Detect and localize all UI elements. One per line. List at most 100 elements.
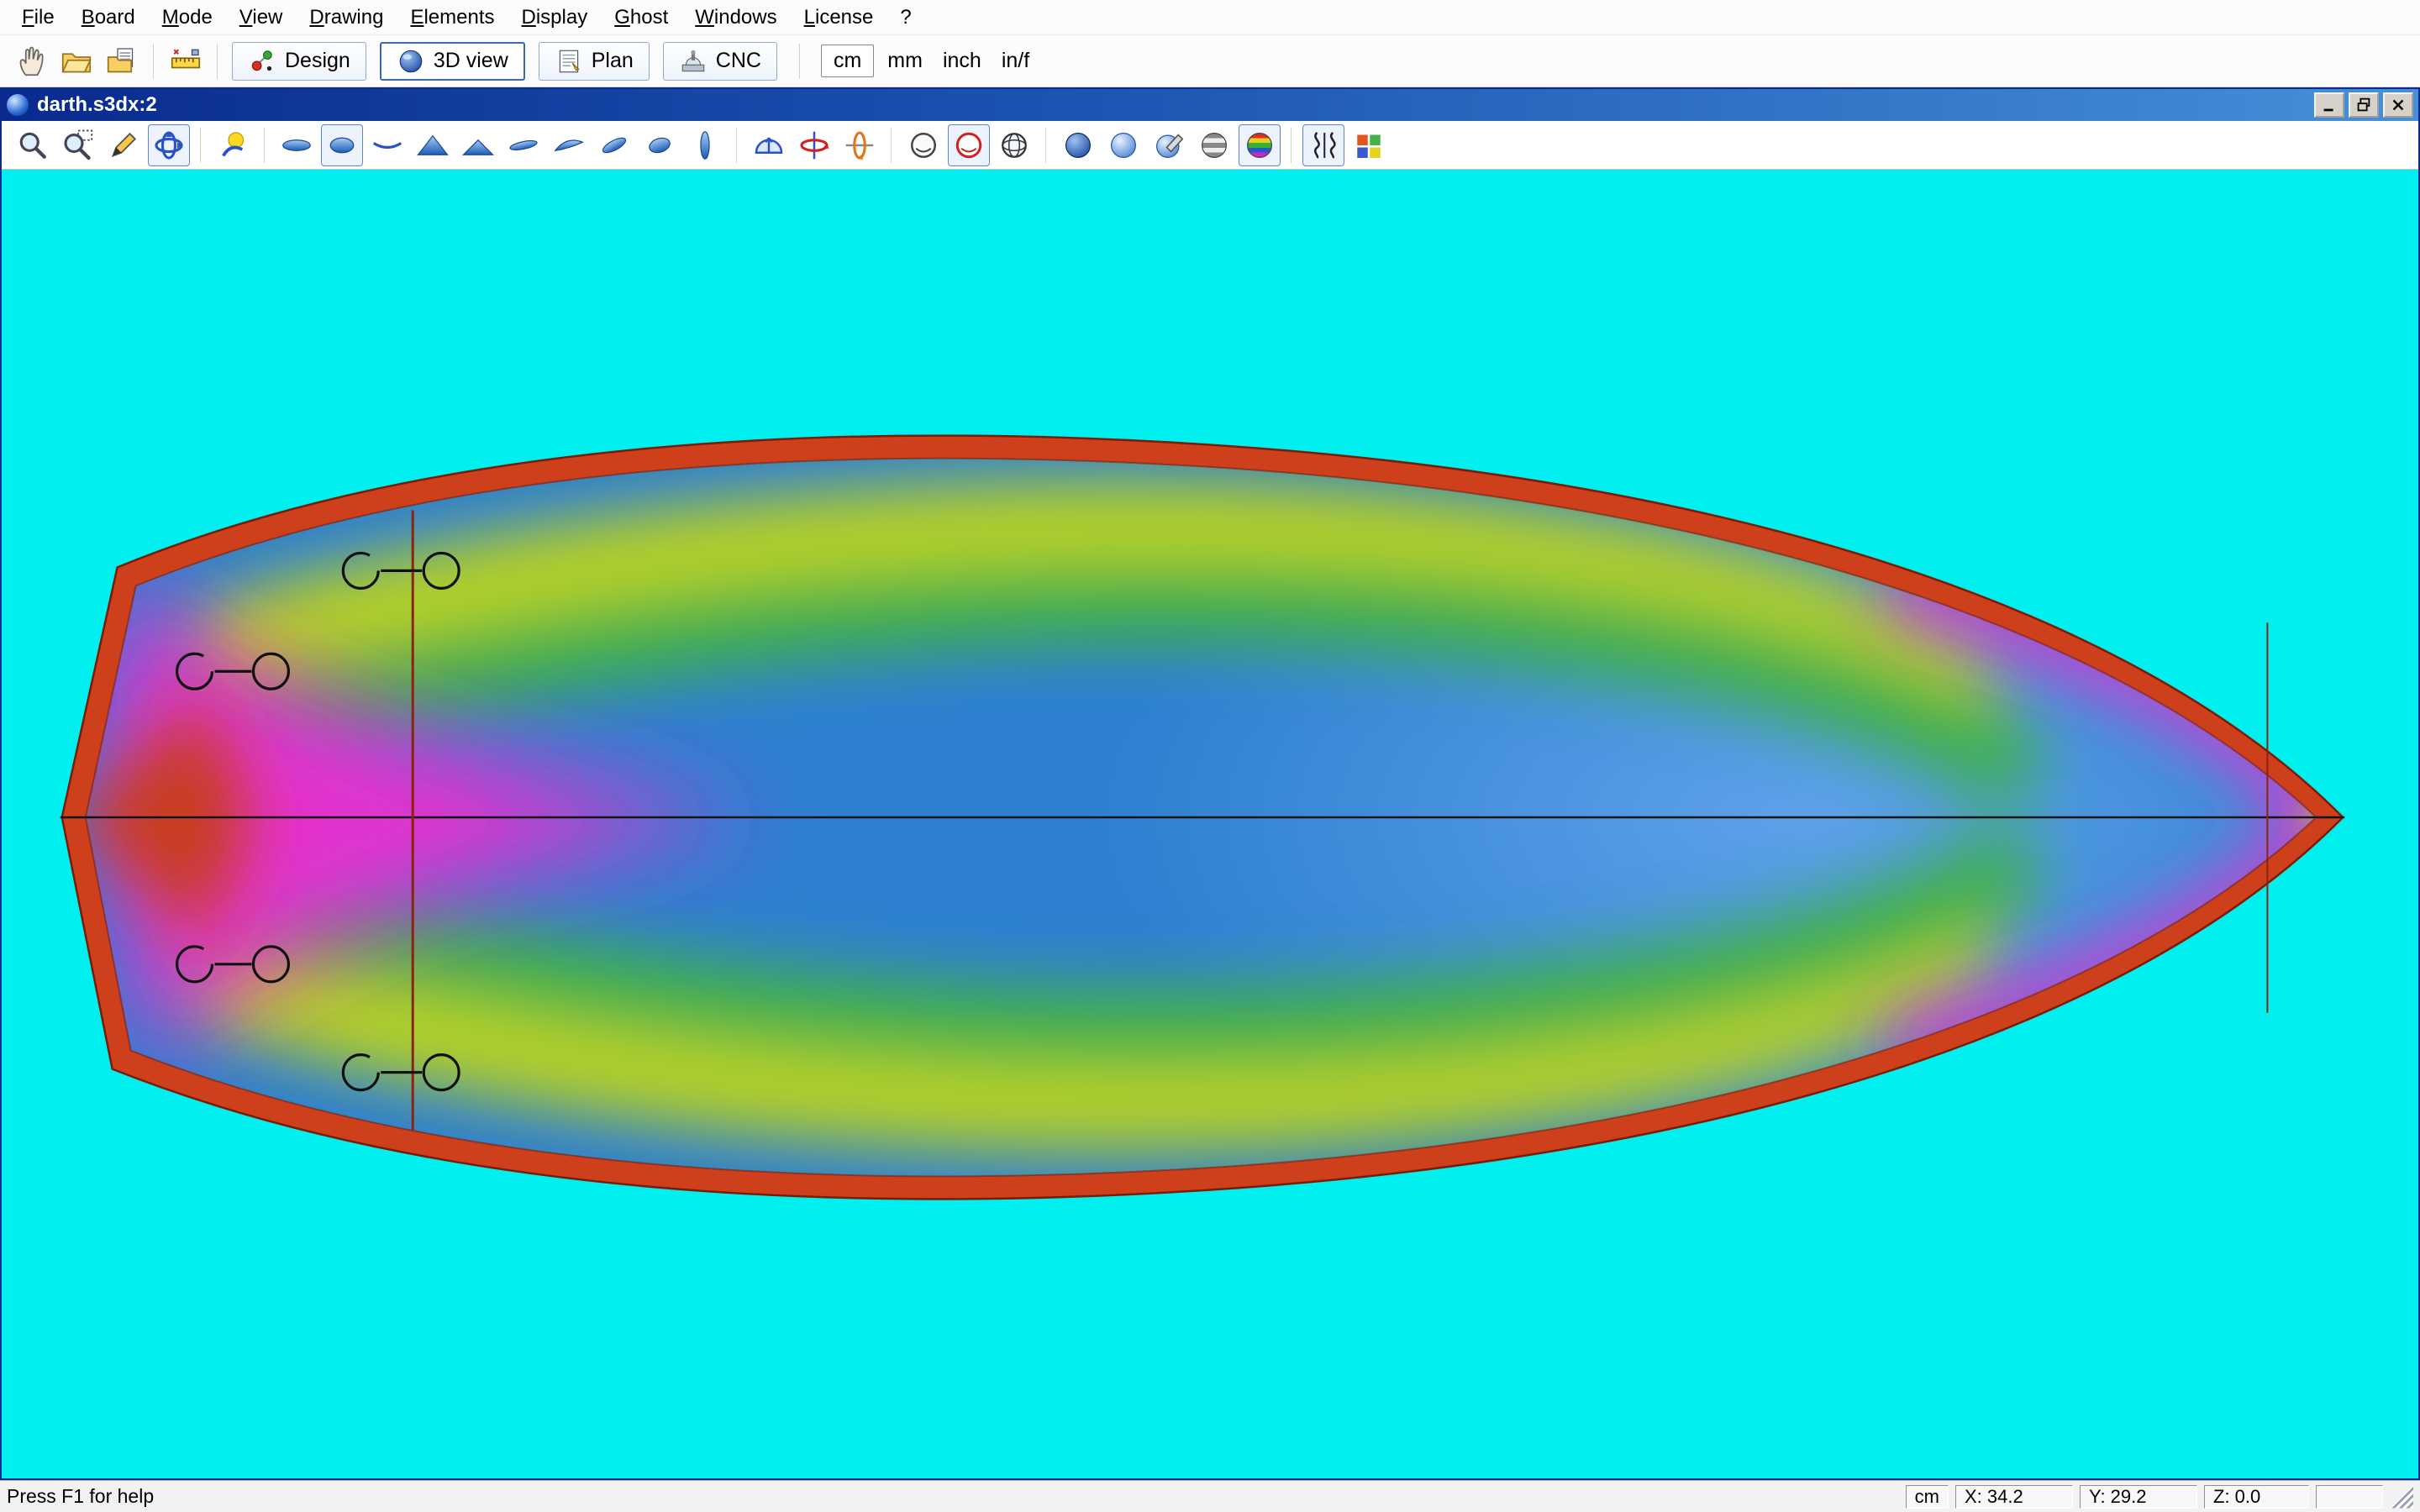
- unit-inf[interactable]: in/f: [1002, 49, 1029, 73]
- menubar: File Board Mode View Drawing Elements Di…: [0, 0, 2420, 35]
- bottom-view-button[interactable]: [412, 124, 454, 166]
- restore-icon: [2354, 96, 2373, 114]
- wireframe-sphere-icon: [997, 129, 1031, 162]
- toolbar-separator: [200, 128, 202, 163]
- color-palette-icon: [1352, 129, 1386, 162]
- menu-display[interactable]: Display: [508, 3, 602, 33]
- sphere-selected-button[interactable]: [948, 124, 990, 166]
- child-window-titlebar[interactable]: darth.s3dx:2: [2, 89, 2418, 121]
- zoom-button[interactable]: [12, 124, 54, 166]
- rocker-curve-button[interactable]: [366, 124, 408, 166]
- menu-file[interactable]: File: [8, 3, 68, 33]
- menu-drawing[interactable]: Drawing: [296, 3, 397, 33]
- render-shaded-button[interactable]: [1057, 124, 1099, 166]
- toolbar-separator: [799, 44, 801, 79]
- toolbar-separator: [1045, 128, 1047, 163]
- toolbar-separator: [736, 128, 738, 163]
- menu-help[interactable]: ?: [886, 3, 924, 33]
- menu-elements[interactable]: Elements: [397, 3, 508, 33]
- slice-vertical-button[interactable]: [684, 124, 726, 166]
- slice-curved-button[interactable]: [548, 124, 590, 166]
- close-button[interactable]: [2383, 92, 2413, 118]
- resize-grip[interactable]: [2390, 1485, 2413, 1509]
- slice-tilted-icon: [597, 129, 631, 162]
- 3d-view-icon: [397, 47, 425, 76]
- child-window-title: darth.s3dx:2: [37, 93, 157, 117]
- status-x-coordinate: X: 34.2: [1955, 1485, 2073, 1509]
- select-hand-icon: [14, 45, 48, 78]
- render-curvature-button[interactable]: [1239, 124, 1281, 166]
- minimize-icon: [2320, 96, 2338, 114]
- minimize-button[interactable]: [2314, 92, 2344, 118]
- slice-vertical-icon: [688, 129, 722, 162]
- menu-ghost[interactable]: Ghost: [601, 3, 681, 33]
- board-canvas[interactable]: [2, 170, 2418, 1478]
- unit-cm[interactable]: cm: [821, 45, 874, 77]
- board-child-window: darth.s3dx:2: [0, 87, 2420, 1480]
- status-extra-field: [2316, 1485, 2383, 1509]
- wireframe-dome-icon: [752, 129, 786, 162]
- edit-pen-button[interactable]: [103, 124, 145, 166]
- close-icon: [2389, 96, 2407, 114]
- select-hand-button[interactable]: [10, 40, 52, 82]
- rotate-horizontal-button[interactable]: [793, 124, 835, 166]
- cnc-icon: [679, 47, 708, 76]
- sphere-outline-button[interactable]: [902, 124, 944, 166]
- curvature-profile-button[interactable]: [1302, 124, 1344, 166]
- outline-ellipse-button[interactable]: [321, 124, 363, 166]
- cnc-button[interactable]: CNC: [663, 42, 777, 81]
- edit-pen-icon: [107, 129, 140, 162]
- curvature-profile-icon: [1307, 129, 1340, 162]
- menu-view[interactable]: View: [226, 3, 297, 33]
- board-file-icon: [105, 45, 139, 78]
- menu-board[interactable]: Board: [68, 3, 149, 33]
- render-annotate-icon: [1152, 129, 1186, 162]
- status-y-coordinate: Y: 29.2: [2080, 1485, 2197, 1509]
- bottom-view-icon: [416, 129, 450, 162]
- open-board-button[interactable]: [55, 40, 97, 82]
- menu-license[interactable]: License: [791, 3, 887, 33]
- color-palette-button[interactable]: [1348, 124, 1390, 166]
- light-source-button[interactable]: [212, 124, 254, 166]
- wireframe-dome-button[interactable]: [748, 124, 790, 166]
- slice-curved-icon: [552, 129, 586, 162]
- rotate-3d-button[interactable]: [148, 124, 190, 166]
- measure-tool-button[interactable]: [165, 40, 207, 82]
- render-stripes-button[interactable]: [1193, 124, 1235, 166]
- toolbar-separator: [264, 128, 266, 163]
- slice-tilted-button[interactable]: [593, 124, 635, 166]
- window-controls: [2314, 92, 2413, 118]
- zoom-window-button[interactable]: [57, 124, 99, 166]
- slice-round-button[interactable]: [639, 124, 681, 166]
- zoom-window-icon: [61, 129, 95, 162]
- plan-button[interactable]: Plan: [539, 42, 650, 81]
- mode-button-group: Design 3D view Plan CNC: [232, 42, 791, 81]
- status-coordinates: cm X: 34.2 Y: 29.2 Z: 0.0: [1899, 1485, 2413, 1509]
- main-toolbar: Design 3D view Plan CNC cm mm inch in/f: [0, 35, 2420, 87]
- render-bright-icon: [1107, 129, 1140, 162]
- menu-mode[interactable]: Mode: [149, 3, 226, 33]
- toolbar-separator: [153, 44, 155, 79]
- render-bright-button[interactable]: [1102, 124, 1144, 166]
- board-3d-view[interactable]: [2, 170, 2418, 1478]
- outline-lens-button[interactable]: [276, 124, 318, 166]
- cnc-button-label: CNC: [716, 49, 761, 73]
- outline-ellipse-icon: [325, 129, 359, 162]
- design-button[interactable]: Design: [232, 42, 366, 81]
- status-unit: cm: [1906, 1485, 1949, 1509]
- rotate-vertical-button[interactable]: [839, 124, 881, 166]
- render-shaded-icon: [1061, 129, 1095, 162]
- unit-mm[interactable]: mm: [887, 49, 923, 73]
- wireframe-sphere-button[interactable]: [993, 124, 1035, 166]
- render-annotate-button[interactable]: [1148, 124, 1190, 166]
- board-file-button[interactable]: [101, 40, 143, 82]
- board-window-icon: [7, 94, 29, 116]
- menu-windows[interactable]: Windows: [681, 3, 790, 33]
- unit-inch[interactable]: inch: [943, 49, 981, 73]
- slice-round-icon: [643, 129, 676, 162]
- restore-button[interactable]: [2349, 92, 2379, 118]
- toolbar-separator: [1291, 128, 1292, 163]
- 3d-view-button[interactable]: 3D view: [380, 42, 525, 81]
- deck-view-button[interactable]: [457, 124, 499, 166]
- slice-thin-button[interactable]: [502, 124, 544, 166]
